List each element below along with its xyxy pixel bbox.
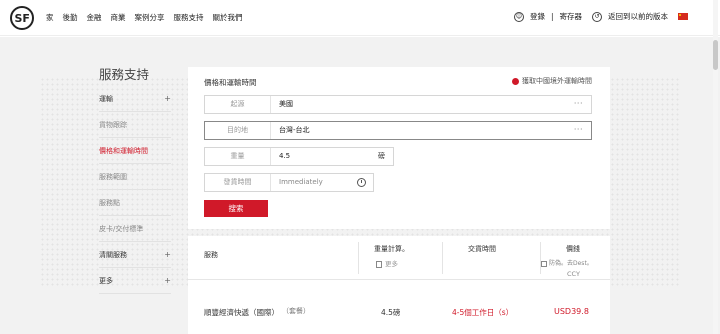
calculator-icon xyxy=(376,260,382,268)
origin-field[interactable]: 起源 美國 ··· xyxy=(204,95,592,114)
nav-business[interactable]: 商業 xyxy=(111,12,126,23)
sidebar-item-label: 運輸 xyxy=(99,94,113,103)
weight-label: 重量 xyxy=(205,148,271,165)
ship-time-field[interactable]: 發貨時間 Immediately xyxy=(204,173,374,192)
table-row[interactable]: 順豐經濟快遞（國際） （套餐） 4.5磅 4-5個工作日（s） USD39.8 xyxy=(188,303,610,323)
price-note: 防偽。去Dest。 xyxy=(541,258,593,267)
price-note-label-1: 防偽。去Dest。 xyxy=(549,260,593,267)
sidebar-item-label: 價格和運輸時間 xyxy=(99,146,148,155)
plus-icon[interactable]: + xyxy=(164,94,171,103)
results-header: 服務 重量計算。 更多 交貨時間 價錢 防偽。去Dest。 CCY xyxy=(188,236,610,280)
header-price: 價錢 xyxy=(566,245,580,253)
form-title: 價格和運輸時間 xyxy=(204,78,257,87)
search-button[interactable]: 搜索 xyxy=(204,200,268,217)
weight-value[interactable]: 4.5 xyxy=(279,148,290,165)
clock-icon[interactable] xyxy=(357,178,366,187)
rate-form-panel: 價格和運輸時間 獲取中國境外運輸時間 起源 美國 ··· 目的地 台灣-台北 ·… xyxy=(188,67,610,229)
destination-field[interactable]: 目的地 台灣-台北 ··· xyxy=(204,121,592,140)
top-header: SF 家 後勤 金融 商業 案例分享 服務支持 關於我們 ☺ 登錄 | 寄存器 … xyxy=(0,0,720,36)
destination-label: 目的地 xyxy=(205,122,271,139)
back-icon[interactable]: ↺ xyxy=(592,11,602,22)
nav-logistics[interactable]: 後勤 xyxy=(63,12,78,23)
old-version-link[interactable]: 返回到以前的版本 xyxy=(608,11,668,22)
sidebar-item-shipping[interactable]: 運輸 + xyxy=(99,86,171,112)
ship-time-label: 發貨時間 xyxy=(205,174,271,191)
origin-value[interactable]: 美國 xyxy=(279,96,293,113)
header-weight: 重量計算。 xyxy=(374,245,409,253)
overseas-time-link[interactable]: 獲取中國境外運輸時間 xyxy=(512,76,592,86)
sidebar-item-more[interactable]: 更多 + xyxy=(99,268,171,294)
header-weight-more[interactable]: 更多 xyxy=(376,258,398,268)
sidebar-title: 服務支持 xyxy=(99,67,150,82)
price-note-currency: CCY xyxy=(567,270,580,278)
more-icon[interactable]: ··· xyxy=(574,96,583,111)
sidebar-item-tracking[interactable]: 貨物跟踪 xyxy=(99,112,171,138)
row-weight: 4.5磅 xyxy=(381,308,401,317)
header-delivery-time: 交貨時間 xyxy=(468,245,496,253)
origin-label: 起源 xyxy=(205,96,271,113)
sidebar-item-label: 貨物跟踪 xyxy=(99,120,127,129)
sidebar-item-service-points[interactable]: 服務點 xyxy=(99,190,171,216)
header-service: 服務 xyxy=(204,251,218,259)
sidebar-item-label: 服務範圍 xyxy=(99,172,127,181)
sidebar-item-label: 更多 xyxy=(99,276,113,285)
plus-icon[interactable]: + xyxy=(164,276,171,285)
row-price: USD39.8 xyxy=(554,307,589,316)
nav-home[interactable]: 家 xyxy=(46,12,54,23)
more-icon[interactable]: ··· xyxy=(574,122,583,137)
edit-icon xyxy=(541,260,547,267)
ship-time-input[interactable]: Immediately xyxy=(279,174,323,191)
login-link[interactable]: 登錄 xyxy=(530,11,545,22)
header-actions: ☺ 登錄 | 寄存器 ↺ 返回到以前的版本 xyxy=(513,11,690,22)
scrollbar-thumb[interactable] xyxy=(713,40,718,70)
plus-icon[interactable]: + xyxy=(164,250,171,259)
column-divider xyxy=(442,242,443,274)
column-divider xyxy=(358,242,359,274)
sf-logo[interactable]: SF xyxy=(10,6,36,30)
sidebar-menu: 運輸 + 貨物跟踪 價格和運輸時間 服務範圍 服務點 皮卡/交付標準 清關服務 + … xyxy=(99,86,171,294)
nav-service-support[interactable]: 服務支持 xyxy=(174,12,204,23)
nav-about[interactable]: 關於我們 xyxy=(213,12,243,23)
weight-more-label: 更多 xyxy=(385,260,398,268)
sidebar-item-label: 皮卡/交付標準 xyxy=(99,224,144,233)
sidebar-item-rates[interactable]: 價格和運輸時間 xyxy=(99,138,171,164)
main-nav: 家 後勤 金融 商業 案例分享 服務支持 關於我們 xyxy=(46,12,243,23)
row-tag: （套餐） xyxy=(282,307,310,315)
sidebar-item-pickup-standards[interactable]: 皮卡/交付標準 xyxy=(99,216,171,242)
sidebar-item-coverage[interactable]: 服務範圍 xyxy=(99,164,171,190)
register-link[interactable]: 寄存器 xyxy=(560,11,583,22)
china-flag-icon[interactable] xyxy=(678,13,688,20)
row-service[interactable]: 順豐經濟快遞（國際） xyxy=(204,307,279,318)
nav-finance[interactable]: 金融 xyxy=(87,12,102,23)
weight-field[interactable]: 重量 4.5 磅 xyxy=(204,147,394,166)
sidebar-item-label: 服務點 xyxy=(99,198,120,207)
scrollbar[interactable] xyxy=(713,0,718,334)
weight-unit: 磅 xyxy=(378,152,385,160)
results-table: 服務 重量計算。 更多 交貨時間 價錢 防偽。去Dest。 CCY 順豐經濟快遞… xyxy=(188,236,610,334)
overseas-time-label: 獲取中國境外運輸時間 xyxy=(522,77,592,85)
sidebar-item-label: 清關服務 xyxy=(99,250,127,259)
logo-text: SF xyxy=(15,12,30,25)
location-icon xyxy=(512,77,519,85)
header-separator: | xyxy=(550,12,554,21)
row-delivery-time: 4-5個工作日（s） xyxy=(452,308,514,317)
destination-value[interactable]: 台灣-台北 xyxy=(279,122,310,139)
user-icon[interactable]: ☺ xyxy=(513,11,524,22)
sidebar-item-customs[interactable]: 清關服務 + xyxy=(99,242,171,268)
nav-cases[interactable]: 案例分享 xyxy=(135,12,165,23)
